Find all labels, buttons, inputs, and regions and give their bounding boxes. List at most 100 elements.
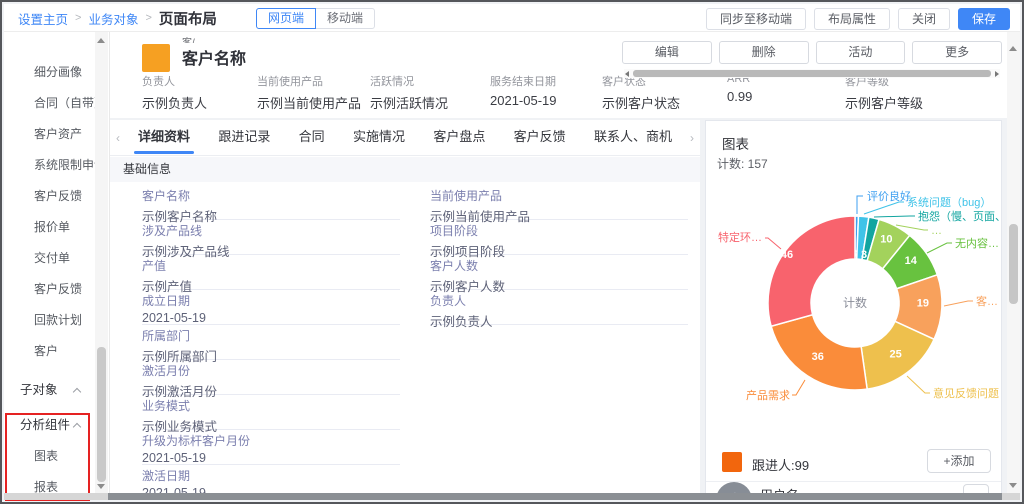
detail-field-label: 产值 — [142, 260, 400, 273]
label-leader-line — [874, 216, 915, 217]
slice-value-label: 10 — [880, 234, 892, 246]
scroll-up-icon[interactable] — [1009, 46, 1017, 51]
scroll-left-icon[interactable] — [625, 71, 629, 77]
label-leader-line — [864, 202, 904, 214]
add-follower-button[interactable]: +添加 — [927, 449, 991, 473]
chevron-up-icon — [73, 423, 81, 431]
sync-to-mobile-button[interactable]: 同步至移动端 — [706, 8, 806, 30]
chart-panel-title: 图表 — [722, 133, 749, 153]
scroll-down-icon[interactable] — [97, 484, 105, 489]
scroll-up-icon[interactable] — [97, 38, 105, 43]
sidebar-item[interactable]: 客户 — [4, 336, 96, 367]
detail-field-label: 所属部门 — [142, 330, 400, 343]
sidebar-item-analysis[interactable]: 图表 — [4, 441, 96, 472]
view-toggle: 网页端 移动端 — [256, 8, 375, 29]
tab-item[interactable]: 跟进记录 — [218, 120, 270, 156]
tab-item[interactable]: 联系人、商机 — [594, 120, 672, 156]
tab-item[interactable]: 合同 — [299, 120, 325, 156]
slice-value-label: 19 — [917, 297, 929, 309]
slice-value-label: 46 — [781, 249, 793, 261]
breadcrumb-link[interactable]: 设置主页 — [18, 9, 68, 28]
header-field-label: 服务结束日期 — [490, 73, 557, 89]
sidebar-item[interactable]: 客户反馈 — [4, 181, 96, 212]
tab-active[interactable]: 详细资料 — [138, 120, 190, 156]
tab-item[interactable]: 实施情况 — [353, 120, 405, 156]
header-field-value: 示例活跃情况 — [370, 93, 448, 112]
header-field: 当前使用产品示例当前使用产品 — [257, 73, 361, 112]
breadcrumb-separator: > — [145, 12, 151, 24]
detail-field-label: 成立日期 — [142, 295, 400, 308]
window-hscroll-thumb[interactable] — [108, 493, 1002, 500]
tabs-scroll-right-icon[interactable]: › — [684, 131, 700, 145]
scroll-right-icon[interactable] — [995, 71, 999, 77]
detail-field-label: 升级为标杆客户月份 — [142, 435, 400, 448]
header-field-label: 活跃情况 — [370, 73, 448, 89]
donut-center-label: 计数 — [843, 295, 867, 310]
chevron-up-icon — [73, 388, 81, 396]
detail-field[interactable]: 负责人示例负责人 — [430, 295, 688, 325]
detail-field[interactable]: 升级为标杆客户月份2021-05-19 — [142, 435, 400, 465]
save-button[interactable]: 保存 — [958, 8, 1010, 30]
slice-value-label: 36 — [812, 351, 824, 363]
chart-panel[interactable]: 图表 计数: 157 1评价良好3系统问题（bug）3抱怨（慢、页面、…10…1… — [705, 120, 1002, 495]
slice-value-label: 3 — [861, 249, 867, 261]
breadcrumb-link[interactable]: 业务对象 — [88, 9, 138, 28]
record-action-button[interactable]: 活动 — [816, 41, 906, 64]
detail-field[interactable]: 所属部门示例所属部门 — [142, 330, 400, 360]
sidebar-scrollbar[interactable] — [95, 32, 108, 493]
toggle-mobile-button[interactable]: 移动端 — [315, 8, 375, 29]
sidebar-scroll-thumb[interactable] — [97, 347, 106, 482]
buttons-hscroll-thumb[interactable] — [633, 70, 991, 77]
detail-field-label: 客户名称 — [142, 190, 400, 203]
detail-field[interactable]: 激活日期2021-05-19 — [142, 470, 400, 495]
record-action-button[interactable]: 更多 — [912, 41, 1002, 64]
slice-category-label: 意见反馈问题 — [933, 386, 999, 400]
sidebar-item[interactable]: 回款计划 — [4, 305, 96, 336]
buttons-hscrollbar[interactable] — [624, 69, 1000, 78]
header-field: 服务结束日期2021-05-19 — [490, 73, 557, 108]
tab-item[interactable]: 客户反馈 — [514, 120, 566, 156]
slice-value-label: 14 — [905, 255, 918, 267]
detail-field-label: 当前使用产品 — [430, 190, 688, 203]
sidebar-section-sub-object[interactable]: 子对象 — [4, 375, 96, 406]
detail-field[interactable]: 客户名称示例客户名称 — [142, 190, 400, 220]
detail-field[interactable]: 项目阶段示例项目阶段 — [430, 225, 688, 255]
sidebar-item[interactable]: 细分画像 — [4, 57, 96, 88]
detail-field[interactable]: 业务模式示例业务模式 — [142, 400, 400, 430]
detail-field[interactable]: 涉及产品线示例涉及产品线 — [142, 225, 400, 255]
tabs-scroll-left-icon[interactable]: ‹ — [110, 131, 126, 145]
sidebar-item[interactable]: 交付单 — [4, 243, 96, 274]
tab-item[interactable]: 客户盘点 — [433, 120, 485, 156]
sidebar-item[interactable]: 合同（自带） — [4, 88, 96, 119]
detail-field-label: 客户人数 — [430, 260, 688, 273]
donut-chart[interactable]: 1评价良好3系统问题（bug）3抱怨（慢、页面、…10…14无内容…19客…25… — [706, 169, 1002, 453]
topbar-actions: 同步至移动端 布局属性 关闭 保存 — [706, 8, 1010, 30]
header-field-label: 负责人 — [142, 73, 207, 89]
close-button[interactable]: 关闭 — [898, 8, 950, 30]
window-vscroll-thumb[interactable] — [1009, 224, 1018, 304]
sidebar-item[interactable]: 报价单 — [4, 212, 96, 243]
detail-field[interactable]: 当前使用产品示例当前使用产品 — [430, 190, 688, 220]
detail-field-value: 2021-05-19 — [142, 311, 400, 325]
sidebar-item[interactable]: 客户反馈 — [4, 274, 96, 305]
scroll-down-icon[interactable] — [1009, 483, 1017, 488]
detail-field-label: 激活日期 — [142, 470, 400, 483]
breadcrumb: 设置主页>业务对象>页面布局 — [18, 4, 217, 32]
window-vscrollbar[interactable] — [1007, 32, 1020, 493]
sidebar-item[interactable]: 系统限制申请明细 — [4, 150, 96, 181]
slice-category-label: 评价良好 — [867, 189, 911, 203]
window-hscrollbar[interactable] — [4, 493, 1020, 500]
sidebar-item[interactable]: 客户资产 — [4, 119, 96, 150]
detail-field[interactable]: 成立日期 2021-05-19 — [142, 295, 400, 325]
record-action-button[interactable]: 删除 — [719, 41, 809, 64]
detail-fields: 客户名称示例客户名称涉及产品线示例涉及产品线产值示例产值成立日期 2021-05-… — [142, 190, 690, 495]
detail-field[interactable]: 产值示例产值 — [142, 260, 400, 290]
record-action-button[interactable]: 编辑 — [622, 41, 712, 64]
detail-field[interactable]: 激活月份示例激活月份 — [142, 365, 400, 395]
layout-properties-button[interactable]: 布局属性 — [814, 8, 890, 30]
detail-field-value: 示例所属部门 — [142, 346, 400, 365]
toggle-web-button[interactable]: 网页端 — [256, 8, 316, 29]
sidebar-section-analysis[interactable]: 分析组件 — [4, 410, 96, 441]
detail-field[interactable]: 客户人数示例客户人数 — [430, 260, 688, 290]
sidebar: 细分画像合同（自带）客户资产系统限制申请明细客户反馈报价单交付单客户反馈回款计划… — [4, 32, 110, 493]
